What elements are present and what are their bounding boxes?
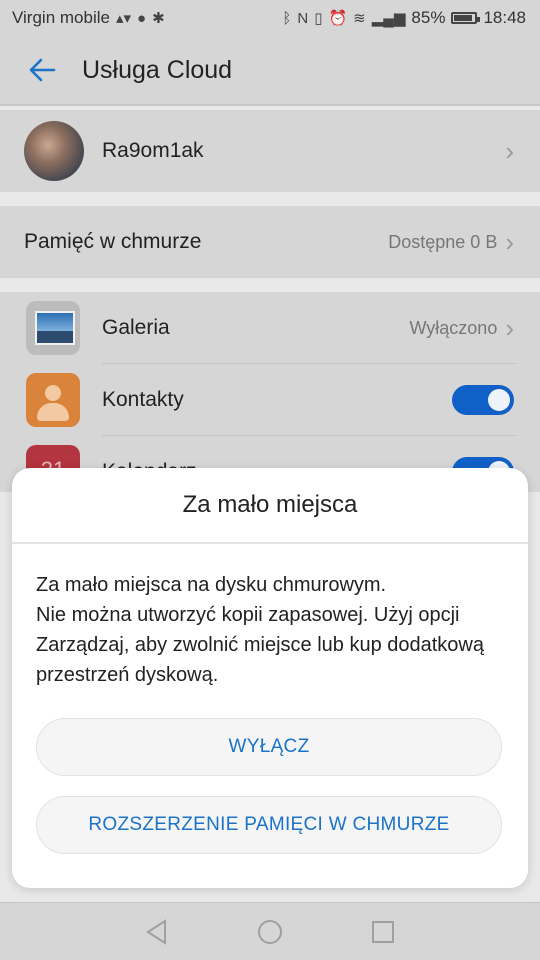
- account-name: Ra9om1ak: [102, 139, 204, 162]
- app-status: Wyłączono: [409, 317, 498, 338]
- battery-percent: 85%: [411, 8, 446, 27]
- contacts-icon: [26, 373, 80, 427]
- nav-home-button[interactable]: [250, 912, 290, 952]
- navigation-bar: [0, 902, 540, 960]
- insufficient-space-dialog: Za mało miejsca Za mało miejsca na dysku…: [12, 468, 528, 888]
- back-button[interactable]: [12, 40, 72, 100]
- nfc-icon: N: [297, 9, 309, 27]
- account-row[interactable]: Ra9om1ak ›: [0, 110, 540, 192]
- bluetooth-icon: ᛒ: [282, 9, 292, 27]
- expand-storage-button[interactable]: ROZSZERZENIE PAMIĘCI W CHMURZE: [36, 796, 502, 854]
- activity-icon: ▴▾: [115, 10, 132, 27]
- app-label: Galeria: [102, 316, 170, 339]
- cloud-storage-row[interactable]: Pamięć w chmurze Dostępne 0 B ›: [0, 206, 540, 278]
- square-recents-icon: [372, 920, 395, 943]
- page-title: Usługa Cloud: [82, 55, 233, 84]
- chevron-right-icon: ›: [505, 136, 514, 166]
- dialog-title: Za mało miejsca: [12, 468, 528, 544]
- app-label: Kontakty: [102, 388, 184, 411]
- status-bar: Virgin mobile ▴▾ ● ✱ ᛒ N ▯ ⏰ ≋ ▂▄▆ 85% 1…: [0, 0, 540, 36]
- nav-back-button[interactable]: [137, 912, 177, 952]
- signal-icon: ▂▄▆: [371, 10, 406, 27]
- app-sync-list: Galeria Wyłączono › Kontakty 21 Kalendar…: [0, 292, 540, 499]
- status-bar-right: ᛒ N ▯ ⏰ ≋ ▂▄▆ 85% 18:48: [282, 8, 526, 28]
- vibrate-icon: ▯: [314, 10, 323, 27]
- cloud-storage-available: Dostępne 0 B: [388, 231, 498, 252]
- list-item-gallery[interactable]: Galeria Wyłączono ›: [0, 292, 540, 364]
- clock: 18:48: [483, 8, 526, 27]
- triangle-back-icon: [145, 918, 166, 945]
- alarm-icon: ⏰: [328, 10, 348, 27]
- status-bar-left: Virgin mobile ▴▾ ● ✱: [12, 8, 165, 28]
- carrier-name: Virgin mobile: [12, 8, 110, 27]
- phone-icon: ●: [137, 9, 147, 27]
- chevron-right-icon: ›: [505, 313, 514, 343]
- sparkle-icon: ✱: [152, 10, 165, 27]
- nav-recents-button[interactable]: [363, 912, 403, 952]
- wifi-icon: ≋: [353, 10, 366, 27]
- arrow-left-icon: [29, 58, 56, 82]
- disable-button[interactable]: WYŁĄCZ: [36, 718, 502, 776]
- list-item-contacts: Kontakty: [0, 364, 540, 436]
- app-bar: Usługa Cloud: [0, 36, 540, 106]
- gallery-icon: [26, 301, 80, 355]
- contacts-toggle[interactable]: [452, 385, 514, 415]
- avatar: [24, 121, 84, 181]
- battery-icon: [451, 12, 481, 24]
- circle-home-icon: [257, 919, 282, 944]
- dialog-message: Za mało miejsca na dysku chmurowym. Nie …: [36, 574, 484, 686]
- chevron-right-icon: ›: [505, 227, 514, 257]
- cloud-storage-label: Pamięć w chmurze: [24, 230, 202, 253]
